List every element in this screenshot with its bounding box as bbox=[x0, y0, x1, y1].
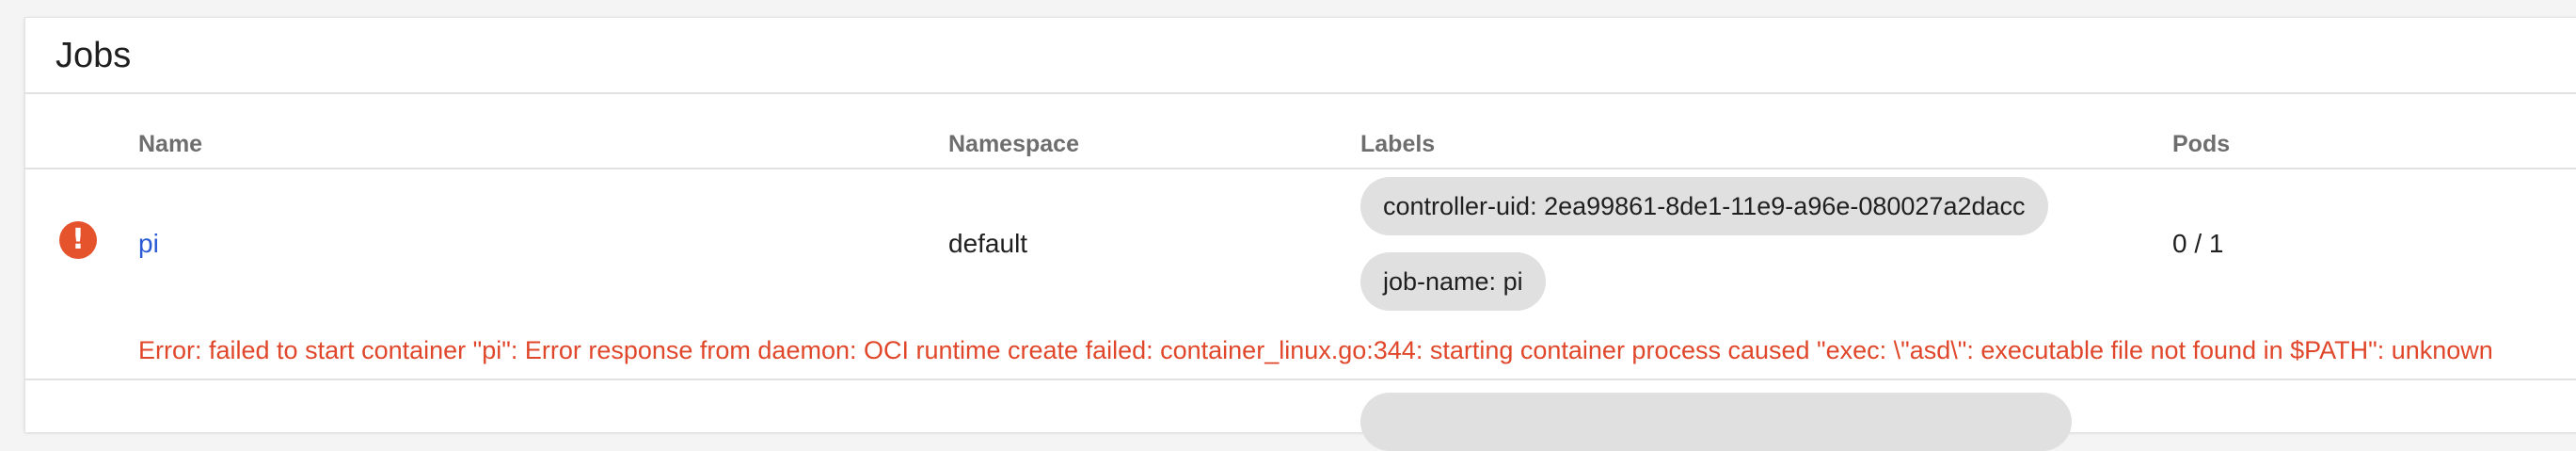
jobs-card: Jobs Name Namespace Labels Pods ! pi def… bbox=[24, 17, 2576, 451]
row-divider bbox=[25, 379, 2576, 380]
column-header-namespace[interactable]: Namespace bbox=[948, 131, 1079, 158]
error-message: Error: failed to start container "pi": E… bbox=[138, 336, 2493, 364]
job-name-link[interactable]: pi bbox=[138, 229, 159, 259]
job-pods: 0 / 1 bbox=[2172, 229, 2224, 258]
error-icon: ! bbox=[59, 221, 97, 259]
title-divider bbox=[25, 92, 2576, 94]
label-chip: controller-uid: 2ea99861-8de1-11e9-a96e-… bbox=[1360, 177, 2048, 235]
column-header-name[interactable]: Name bbox=[138, 131, 202, 158]
column-header-pods: Pods bbox=[2172, 131, 2231, 157]
card-title: Jobs bbox=[56, 36, 132, 75]
column-header-labels: Labels bbox=[1360, 131, 1436, 157]
label-chip bbox=[1360, 393, 2072, 451]
job-namespace: default bbox=[948, 229, 1028, 258]
header-divider bbox=[25, 168, 2576, 169]
label-chip: job-name: pi bbox=[1360, 252, 1546, 311]
